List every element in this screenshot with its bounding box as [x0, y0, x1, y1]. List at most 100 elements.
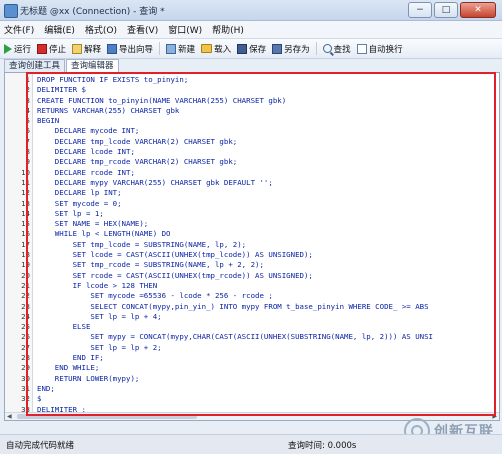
- code-lines: 1 DROP FUNCTION IF EXISTS to_pinyin; 2 DELI…: [5, 75, 499, 415]
- line-number: 12: [21, 188, 30, 198]
- line-number: 14: [21, 208, 30, 218]
- folder-icon: [201, 44, 213, 53]
- code-line: 18 SET lcode = CAST(ASCII(UNHEX(tmp_lcod…: [5, 250, 499, 260]
- run-label: 运行: [14, 44, 32, 55]
- export-wizard-button[interactable]: 导出向导: [107, 43, 153, 55]
- menu-format[interactable]: 格式(O): [85, 23, 117, 36]
- code-text: CREATE FUNCTION to_pinyin(NAME VARCHAR(2…: [37, 95, 287, 105]
- menu-edit[interactable]: 编辑(E): [44, 23, 75, 36]
- menu-help[interactable]: 帮助(H): [212, 23, 244, 36]
- scroll-left-arrow-icon[interactable]: ◀: [7, 413, 12, 420]
- code-text: SET rcode = CAST(ASCII(UNHEX(tmp_rcode))…: [37, 270, 313, 280]
- explain-button[interactable]: 解释: [72, 43, 101, 55]
- code-text: DECLARE lcode INT;: [37, 147, 135, 157]
- code-line: 6 DECLARE mycode INT;: [5, 126, 499, 136]
- status-text: 自动完成代码就绪: [6, 441, 75, 451]
- line-number: 9: [25, 157, 30, 167]
- line-number: 16: [21, 229, 30, 239]
- code-text: SET lp = lp + 2;: [37, 342, 162, 352]
- code-text: DECLARE mypy VARCHAR(255) CHARSET gbk DE…: [37, 177, 273, 187]
- menu-file[interactable]: 文件(F): [4, 23, 34, 36]
- line-number: 24: [21, 311, 30, 321]
- run-button[interactable]: 运行: [4, 43, 31, 55]
- code-text: DECLARE lp INT;: [37, 188, 122, 198]
- code-text: SET lp = lp + 4;: [37, 311, 162, 321]
- code-line: 22 SET mycode =65536 - lcode * 256 - rco…: [5, 291, 499, 301]
- toolbar-divider: [315, 42, 317, 55]
- code-text: END;: [37, 383, 55, 393]
- menu-window[interactable]: 窗口(W): [168, 23, 202, 36]
- line-number: 19: [21, 260, 30, 270]
- code-line: 19 SET tmp_rcode = SUBSTRING(NAME, lp + …: [5, 260, 499, 270]
- close-button[interactable]: ✕: [460, 2, 496, 18]
- line-number: 18: [21, 250, 30, 260]
- code-line: 1 DROP FUNCTION IF EXISTS to_pinyin;: [5, 75, 499, 85]
- code-text: RETURN LOWER(mypy);: [37, 373, 140, 383]
- code-text: DELIMITER $: [37, 85, 86, 95]
- line-number: 11: [21, 177, 30, 187]
- code-line: 31 END;: [5, 384, 499, 394]
- new-label: 新建: [178, 44, 196, 55]
- save-as-icon: [272, 43, 283, 54]
- export-label: 导出向导: [119, 44, 154, 55]
- line-number: 21: [21, 280, 30, 290]
- line-number: 29: [21, 363, 30, 373]
- line-number: 15: [21, 219, 30, 229]
- line-number: 6: [25, 126, 30, 136]
- app-icon: [4, 4, 18, 18]
- tab-query-builder[interactable]: 查询创建工具: [4, 59, 66, 72]
- code-line: 7 DECLARE tmp_lcode VARCHAR(2) CHARSET g…: [5, 137, 499, 147]
- save-label: 保存: [249, 44, 267, 55]
- code-text: END IF;: [37, 353, 104, 363]
- search-icon: [322, 44, 332, 53]
- menu-view[interactable]: 查看(V): [127, 23, 158, 36]
- code-text: DROP FUNCTION IF EXISTS to_pinyin;: [37, 75, 189, 84]
- code-text: END WHILE;: [37, 363, 100, 373]
- line-number: 13: [21, 198, 30, 208]
- maximize-button[interactable]: □: [434, 2, 458, 18]
- code-text: DECLARE mycode INT;: [37, 126, 140, 136]
- minimize-button[interactable]: −: [408, 2, 432, 18]
- tab-query-editor[interactable]: 查询编辑器: [66, 59, 119, 72]
- scroll-thumb[interactable]: [17, 414, 197, 419]
- code-line: 28 END IF;: [5, 353, 499, 363]
- save-as-button[interactable]: 另存为: [272, 43, 310, 55]
- code-line: 27 SET lp = lp + 2;: [5, 343, 499, 353]
- code-editor[interactable]: 1 DROP FUNCTION IF EXISTS to_pinyin; 2 DELI…: [4, 72, 500, 421]
- code-text: ELSE: [37, 322, 91, 332]
- code-line: 26 SET mypy = CONCAT(mypy,CHAR(CAST(ASCI…: [5, 332, 499, 342]
- line-number: 17: [21, 239, 30, 249]
- save-button[interactable]: 保存: [237, 43, 266, 55]
- line-number: 3: [25, 95, 30, 105]
- line-number: 32: [21, 394, 30, 404]
- word-wrap-button[interactable]: 自动换行: [356, 43, 403, 55]
- code-line: 3 CREATE FUNCTION to_pinyin(NAME VARCHAR(…: [5, 96, 499, 106]
- code-text: DECLARE rcode INT;: [37, 167, 135, 177]
- line-number: 23: [21, 301, 30, 311]
- code-text: DECLARE tmp_rcode VARCHAR(2) CHARSET gbk…: [37, 157, 238, 167]
- find-button[interactable]: 查找: [322, 43, 351, 55]
- code-line: 29 END WHILE;: [5, 363, 499, 373]
- new-button[interactable]: 新建: [166, 43, 195, 55]
- stop-button[interactable]: 停止: [37, 43, 66, 55]
- stop-label: 停止: [49, 44, 67, 55]
- code-text: SET tmp_lcode = SUBSTRING(NAME, lp, 2);: [37, 239, 247, 249]
- code-text: SELECT CONCAT(mypy,pin_yin_) INTO mypy F…: [37, 301, 429, 311]
- line-number: 1: [25, 75, 30, 84]
- line-number: 28: [21, 353, 30, 363]
- code-text: SET tmp_rcode = SUBSTRING(NAME, lp + 2, …: [37, 260, 264, 270]
- load-label: 载入: [214, 44, 232, 55]
- query-window: 无标题 @xx (Connection) - 查询 * − □ ✕ 文件(F) …: [0, 0, 502, 454]
- line-number: 30: [21, 373, 30, 383]
- code-line: 21 IF lcode > 128 THEN: [5, 281, 499, 291]
- code-line: 25 ELSE: [5, 322, 499, 332]
- line-number: 27: [21, 342, 30, 352]
- code-line: 17 SET tmp_lcode = SUBSTRING(NAME, lp, 2…: [5, 240, 499, 250]
- menu-bar: 文件(F) 编辑(E) 格式(O) 查看(V) 窗口(W) 帮助(H): [0, 21, 502, 38]
- code-line: 2 DELIMITER $: [5, 85, 499, 95]
- code-text: DECLARE tmp_lcode VARCHAR(2) CHARSET gbk…: [37, 136, 238, 146]
- new-query-icon: [166, 43, 177, 54]
- code-line: 12 DECLARE lp INT;: [5, 188, 499, 198]
- load-button[interactable]: 载入: [201, 43, 231, 55]
- line-number: 10: [21, 167, 30, 177]
